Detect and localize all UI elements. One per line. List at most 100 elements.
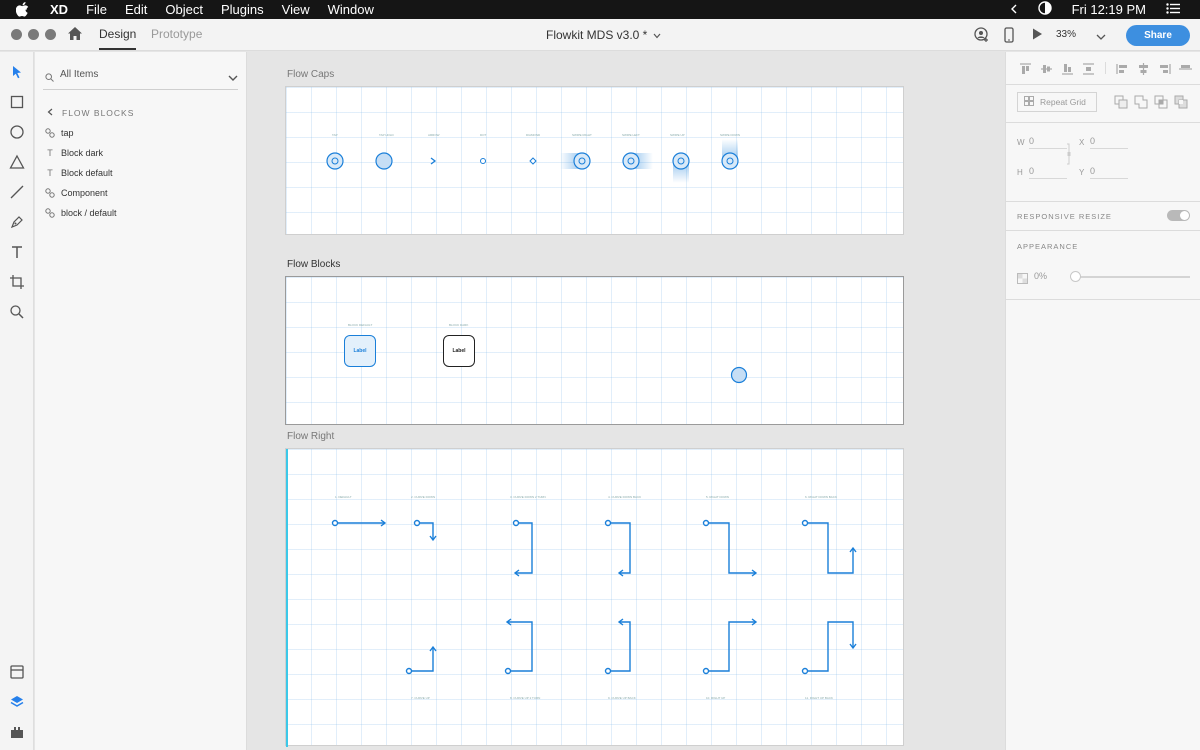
chevron-left-icon[interactable] xyxy=(1010,2,1018,17)
opacity-slider-track[interactable] xyxy=(1074,276,1190,278)
select-tool-icon[interactable] xyxy=(9,64,25,80)
align-bottom-icon[interactable] xyxy=(1060,62,1075,75)
menu-object[interactable]: Object xyxy=(165,2,203,17)
align-center-icon[interactable] xyxy=(1136,62,1151,75)
pen-tool-icon[interactable] xyxy=(9,214,25,230)
distribute-vertical-icon[interactable] xyxy=(1081,62,1096,75)
artboard-label-flow-blocks[interactable]: Flow Blocks xyxy=(287,259,340,270)
width-input[interactable]: 0 xyxy=(1029,136,1067,149)
ellipse-tool-icon[interactable] xyxy=(9,124,25,140)
document-title[interactable]: Flowkit MDS v3.0 * xyxy=(546,28,661,42)
artboard-label-flow-right[interactable]: Flow Right xyxy=(287,431,334,442)
align-left-icon[interactable] xyxy=(1115,62,1130,74)
layers-panel-icon[interactable] xyxy=(9,694,25,710)
layer-item-component[interactable]: Component xyxy=(45,186,108,200)
device-preview-icon[interactable] xyxy=(1003,27,1019,43)
notification-list-icon[interactable] xyxy=(1166,2,1180,17)
plugins-panel-icon[interactable] xyxy=(9,724,25,740)
layer-item-block-default-component[interactable]: block / default xyxy=(45,206,117,220)
cap-arrow[interactable] xyxy=(430,157,437,165)
close-window-button[interactable] xyxy=(11,29,22,40)
cap-swipe-left[interactable] xyxy=(622,152,653,170)
status-circle-icon[interactable] xyxy=(1037,1,1052,18)
flow-curve-up-back[interactable] xyxy=(604,618,631,675)
flow-curve-up-2-turn[interactable] xyxy=(504,618,533,675)
cap-tap-hold[interactable] xyxy=(375,152,393,170)
menubar-clock[interactable]: Fri 12:19 PM xyxy=(1072,2,1146,17)
cap-diamond[interactable] xyxy=(529,157,537,165)
design-canvas[interactable]: Flow Caps TAP TAP HOLD ARROW DOT DIAMOND… xyxy=(247,52,1005,750)
tab-design[interactable]: Design xyxy=(99,27,137,50)
flow-curve-down-2-turn[interactable] xyxy=(512,519,533,577)
assets-panel-icon[interactable] xyxy=(9,664,25,680)
cap-swipe-down[interactable] xyxy=(721,139,739,170)
app-menu[interactable]: XD xyxy=(50,2,68,17)
artboard-tool-icon[interactable] xyxy=(9,274,25,290)
align-right-icon[interactable] xyxy=(1157,62,1172,74)
home-icon[interactable] xyxy=(67,26,85,44)
flow-right-up-back[interactable] xyxy=(801,621,857,675)
play-icon[interactable] xyxy=(1031,27,1047,43)
subtract-icon[interactable] xyxy=(1114,95,1128,114)
flow-right-connectors xyxy=(331,519,857,675)
share-user-icon[interactable] xyxy=(974,27,990,43)
add-icon[interactable] xyxy=(1134,95,1148,114)
block-default[interactable]: Label xyxy=(344,335,376,367)
rectangle-tool-icon[interactable] xyxy=(9,94,25,110)
text-tool-icon[interactable] xyxy=(9,244,25,260)
flow-curve-down[interactable] xyxy=(413,519,437,542)
repeat-grid-button[interactable]: Repeat Grid xyxy=(1017,92,1097,112)
flow-curve-down-back[interactable] xyxy=(604,519,631,577)
responsive-resize-toggle[interactable] xyxy=(1167,210,1190,221)
x-input[interactable]: 0 xyxy=(1090,136,1128,149)
layers-filter[interactable]: All Items xyxy=(35,52,247,97)
menu-window[interactable]: Window xyxy=(328,2,374,17)
flow-right-up[interactable] xyxy=(702,618,758,675)
flow-right-down[interactable] xyxy=(702,519,758,577)
distribute-horizontal-icon[interactable] xyxy=(1178,62,1193,74)
opacity-slider-thumb[interactable] xyxy=(1070,271,1081,282)
layer-item-tap[interactable]: tap xyxy=(45,126,74,140)
apple-icon[interactable] xyxy=(16,2,32,18)
flow-default[interactable] xyxy=(331,519,387,527)
menu-plugins[interactable]: Plugins xyxy=(221,2,264,17)
artboard-flow-blocks[interactable]: BLOCK DEFAULT BLOCK DARK Label Label xyxy=(285,276,904,425)
line-tool-icon[interactable] xyxy=(9,184,25,200)
block-label-default: BLOCK DEFAULT xyxy=(348,323,373,327)
zoom-level[interactable]: 33% xyxy=(1056,29,1076,40)
layers-breadcrumb[interactable]: FLOW BLOCKS xyxy=(47,108,134,118)
artboard-flow-caps[interactable]: TAP TAP HOLD ARROW DOT DIAMOND SWIPE RIG… xyxy=(285,86,904,235)
block-dark[interactable]: Label xyxy=(443,335,475,367)
exclude-icon[interactable] xyxy=(1174,95,1188,114)
zoom-window-button[interactable] xyxy=(45,29,56,40)
cap-tap[interactable] xyxy=(326,152,344,170)
flow-curve-up[interactable] xyxy=(405,645,437,675)
menu-view[interactable]: View xyxy=(282,2,310,17)
layer-item-block-dark[interactable]: T Block dark xyxy=(45,146,103,160)
minimize-window-button[interactable] xyxy=(28,29,39,40)
intersect-icon[interactable] xyxy=(1154,95,1168,114)
artboard-label-flow-caps[interactable]: Flow Caps xyxy=(287,69,334,80)
zoom-tool-icon[interactable] xyxy=(9,304,25,320)
layer-item-block-default[interactable]: T Block default xyxy=(45,166,112,180)
align-middle-icon[interactable] xyxy=(1039,62,1054,74)
chevron-down-icon xyxy=(228,69,238,81)
tap-component[interactable] xyxy=(730,366,750,386)
chevron-left-icon[interactable] xyxy=(47,108,53,118)
flow-right-down-back[interactable] xyxy=(801,519,857,574)
menu-file[interactable]: File xyxy=(86,2,107,17)
share-button[interactable]: Share xyxy=(1126,25,1190,46)
zoom-chevron-down-icon[interactable] xyxy=(1096,28,1106,40)
y-input[interactable]: 0 xyxy=(1090,166,1128,179)
align-top-icon[interactable] xyxy=(1018,62,1033,74)
opacity-value[interactable]: 0% xyxy=(1034,271,1047,281)
artboard-flow-right[interactable]: 1. DEFAULT 2. CURVE DOWN 3. CURVE DOWN 2… xyxy=(285,448,904,747)
menu-edit[interactable]: Edit xyxy=(125,2,147,17)
cap-swipe-up[interactable] xyxy=(672,152,690,183)
polygon-tool-icon[interactable] xyxy=(9,154,25,170)
cap-dot[interactable] xyxy=(480,158,486,164)
cap-swipe-right[interactable] xyxy=(560,152,591,170)
property-inspector: Repeat Grid W 0 X 0 H 0 Y 0 RESPONSIVE R… xyxy=(1005,52,1200,750)
height-input[interactable]: 0 xyxy=(1029,166,1067,179)
tab-prototype[interactable]: Prototype xyxy=(151,27,202,41)
